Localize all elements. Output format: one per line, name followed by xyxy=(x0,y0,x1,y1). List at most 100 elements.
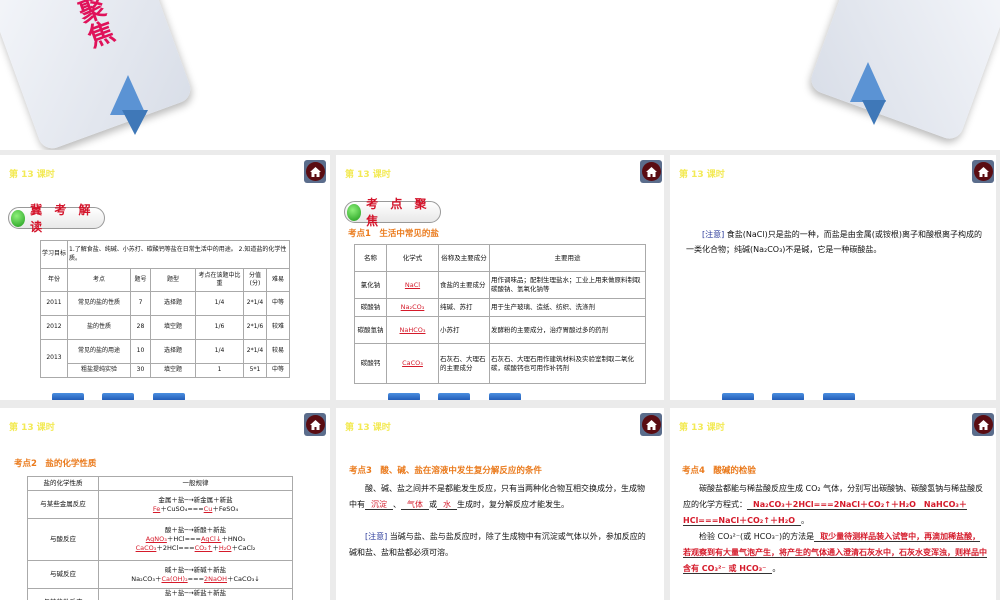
note-text: 食盐(NaCl)只是盐的一种，而盐是由金属(或铵根)离子和酸根离子构成的一类化合… xyxy=(686,230,982,254)
text: 中等 xyxy=(266,363,290,378)
text: 冀 考 解 读 xyxy=(30,203,95,234)
table-row: 与碱反应 碱＋盐─→新碱＋新盐 Na₂CO₃＋Ca(OH)₂===2NaOH＋CaC… xyxy=(27,560,293,589)
nav-button-2[interactable] xyxy=(102,393,134,400)
text: ＋2HCl=== xyxy=(156,543,195,552)
text: 名称 xyxy=(354,244,387,272)
text: 。 xyxy=(772,564,781,573)
text: 5*1 xyxy=(243,363,267,378)
text: 纯碱、苏打 xyxy=(438,298,490,317)
text: NaHCO₃ xyxy=(386,316,439,344)
text: 填空题 xyxy=(150,363,196,378)
home-button[interactable] xyxy=(640,413,662,436)
table-row: 粗盐提纯实验 30 填空题 1 5*1 中等 xyxy=(41,363,290,378)
text: 常见的盐的性质 xyxy=(67,291,131,316)
text: 中等 xyxy=(266,291,290,316)
text: 7 xyxy=(130,291,151,316)
salts-table: 名称 化学式 俗称及主要成分 主要用途 氯化钠 NaCl 食盐的主要成分 用作调味品；配制生… xyxy=(354,244,646,384)
table-row: 2012 盐的性质 28 填空题 1/6 2*1/6 较难 xyxy=(40,315,290,340)
text: 28 xyxy=(130,315,151,340)
text: [注意] xyxy=(702,230,725,239)
home-icon xyxy=(305,162,325,181)
home-button[interactable] xyxy=(304,160,326,183)
text: 2013 xyxy=(40,339,68,378)
text: 一般规律 xyxy=(98,476,293,491)
green-dot-icon xyxy=(11,209,26,227)
text: ＋CuSO₄=== xyxy=(160,504,204,513)
text: 、 xyxy=(393,500,401,509)
text: 年份 xyxy=(40,268,68,292)
home-icon xyxy=(641,162,661,181)
nav-button-3[interactable] xyxy=(823,393,855,400)
home-button[interactable] xyxy=(972,413,994,436)
table-row: 2011 常见的盐的性质 7 选择题 1/4 2*1/4 中等 xyxy=(40,291,290,316)
slide-thumbnail-top[interactable]: 聚焦 xyxy=(0,0,1000,150)
text: ＋CaCO₃↓ xyxy=(227,574,260,583)
text: 30 xyxy=(130,363,151,378)
text: 选择题 xyxy=(150,339,196,364)
text: Na₂CO₃＋ xyxy=(131,574,162,583)
text: AgNO₃ xyxy=(145,535,167,544)
home-button[interactable] xyxy=(304,413,326,436)
text: 2012 xyxy=(40,315,68,340)
text: 盐的化学性质 xyxy=(27,476,99,491)
nav-button-2[interactable] xyxy=(438,393,470,400)
section-heading: 考点1 生活中常见的盐 xyxy=(348,229,439,239)
table-row: 与某些盐反应 盐＋盐─→新盐＋新盐 xyxy=(27,588,293,600)
slide-thumbnail-3[interactable]: 第 13 课时 [注意] 食盐(NaCl)只是盐的一种，而盐是由金属(或铵根)离… xyxy=(670,155,996,400)
text: 氯化钠 xyxy=(354,271,387,299)
slide-thumbnail-6[interactable]: 第 13 课时 考点4 酸碱的检验 碳酸盐都能与稀盐酸反应生成 CO₂ 气体，分… xyxy=(670,408,996,600)
text: ＋HNO₃ xyxy=(221,535,246,544)
text: 较难 xyxy=(266,315,290,340)
nav-button-1[interactable] xyxy=(52,393,84,400)
slide-thumbnail-1[interactable]: 第 13 课时 冀 考 解 读 学习目标 1.了解食盐、纯碱、小苏打、碳酸钙等盐在… xyxy=(0,155,330,400)
home-icon xyxy=(305,415,325,434)
text: 金属＋盐─→新金属＋新盐 xyxy=(158,495,233,504)
text: CaCO₃ xyxy=(386,343,439,384)
text: [注意] xyxy=(365,532,388,541)
up-down-arrow-icon xyxy=(850,62,886,102)
text: 食盐的主要成分 xyxy=(438,271,490,299)
text: 2*1/4 xyxy=(243,291,267,316)
text: 1/6 xyxy=(195,315,244,340)
text: 1/4 xyxy=(195,291,244,316)
home-button[interactable] xyxy=(972,160,994,183)
text: 与某些盐反应 xyxy=(27,588,99,600)
text: 石灰石、大理石的主要成分 xyxy=(438,343,490,384)
slide-thumbnail-4[interactable]: 第 13 课时 考点2 盐的化学性质 盐的化学性质 一般规律 与某些金属反应 金属＋… xyxy=(0,408,330,600)
home-icon xyxy=(641,415,661,434)
lesson-title: 第 13 课时 xyxy=(9,170,55,180)
text: 盐＋盐─→新盐＋新盐 xyxy=(164,589,227,597)
text: 与碱反应 xyxy=(27,560,99,589)
text: 或 xyxy=(429,500,437,509)
nav-button-3[interactable] xyxy=(153,393,185,400)
text: 小苏打 xyxy=(438,316,490,344)
home-button[interactable] xyxy=(640,160,662,183)
text: 盐的性质 xyxy=(67,315,131,340)
text: 碳酸氢钠 xyxy=(354,316,387,344)
text: 主要用途 xyxy=(489,244,646,272)
text: 考 点 聚 焦 xyxy=(366,197,431,228)
text: 题号 xyxy=(130,268,151,292)
nav-button-3[interactable] xyxy=(489,393,521,400)
nav-button-1[interactable] xyxy=(722,393,754,400)
text: 难易 xyxy=(266,268,290,292)
text: === xyxy=(187,574,205,583)
text: 发酵粉的主要成分，治疗胃酸过多的药剂 xyxy=(489,316,646,344)
nav-button-1[interactable] xyxy=(388,393,420,400)
decor-panel-right xyxy=(807,0,1000,143)
text: 与酸反应 xyxy=(27,518,99,561)
text: 生成时，复分解反应才能发生。 xyxy=(457,500,569,509)
text: 碳酸钠 xyxy=(354,298,387,317)
text: 水 xyxy=(437,500,457,510)
section-heading: 考点2 盐的化学性质 xyxy=(14,459,97,469)
text: ＋CaCl₂ xyxy=(231,543,256,552)
slide-thumbnail-5[interactable]: 第 13 课时 考点3 酸、碱、盐在溶液中发生复分解反应的条件 酸、碱、盐之间并… xyxy=(336,408,664,600)
slide-thumbnail-2[interactable]: 第 13 课时 考 点 聚 焦 考点1 生活中常见的盐 名称 化学式 俗称及主要成分… xyxy=(336,155,664,400)
nav-button-2[interactable] xyxy=(772,393,804,400)
text: 粗盐提纯实验 xyxy=(67,363,131,378)
text: Ca(OH)₂ xyxy=(161,574,188,583)
text: 1 xyxy=(195,363,244,378)
text: CaCO₃ xyxy=(135,543,157,552)
up-down-arrow-icon xyxy=(110,75,146,115)
text: 2NaOH xyxy=(204,574,228,583)
